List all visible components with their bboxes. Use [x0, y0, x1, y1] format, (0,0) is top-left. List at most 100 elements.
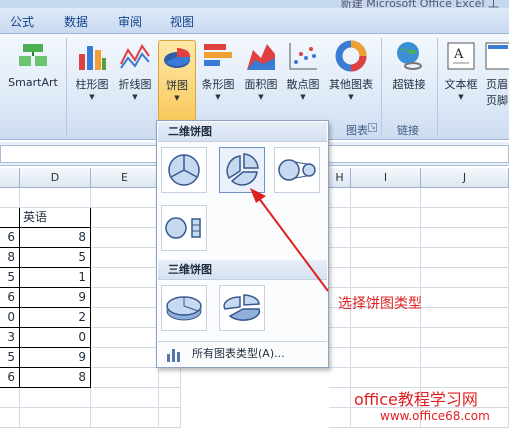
grid-cell[interactable]	[329, 188, 351, 208]
scatter-chart-button[interactable]: 散点图 ▼	[283, 40, 323, 101]
pie-2d-exploded[interactable]	[219, 147, 265, 193]
grid-cell[interactable]	[329, 328, 351, 348]
other-charts-button[interactable]: 其他图表 ▼	[325, 40, 377, 101]
grid-cell[interactable]: 9	[20, 288, 91, 308]
pie-3d-exploded[interactable]	[219, 285, 265, 331]
column-header-i[interactable]: I	[351, 168, 421, 188]
grid-cell[interactable]: 1	[20, 268, 91, 288]
grid-cell[interactable]	[0, 208, 20, 228]
bar-of-pie-icon	[165, 217, 201, 239]
grid-cell[interactable]	[329, 248, 351, 268]
column-header-d[interactable]: D	[20, 168, 91, 188]
grid-cell[interactable]: 2	[20, 308, 91, 328]
column-header-h[interactable]: H	[329, 168, 351, 188]
grid-cell[interactable]	[351, 188, 421, 208]
grid-cell[interactable]	[91, 248, 159, 268]
grid-cell[interactable]	[351, 348, 421, 368]
grid-cell[interactable]	[91, 228, 159, 248]
tab-view[interactable]: 视图	[170, 13, 194, 30]
grid-cell[interactable]: 5	[20, 248, 91, 268]
grid-cell[interactable]	[91, 388, 159, 408]
grid-cell[interactable]: 0	[20, 328, 91, 348]
grid-cell[interactable]: 8	[0, 248, 20, 268]
grid-cell[interactable]	[421, 208, 509, 228]
grid-cell[interactable]	[91, 208, 159, 228]
grid-cell[interactable]	[421, 368, 509, 388]
bar-of-pie[interactable]	[161, 205, 207, 251]
grid-cell[interactable]	[421, 248, 509, 268]
exploded-pie-3d-icon	[223, 294, 261, 321]
tab-data[interactable]: 数据	[64, 13, 88, 30]
grid-cell[interactable]	[0, 388, 20, 408]
grid-cell[interactable]	[159, 368, 181, 388]
grid-cell[interactable]	[329, 348, 351, 368]
column-header-e[interactable]: E	[91, 168, 159, 188]
grid-cell[interactable]: 8	[20, 228, 91, 248]
grid-cell[interactable]	[329, 408, 351, 428]
tab-formulas[interactable]: 公式	[10, 13, 34, 30]
grid-cell[interactable]	[159, 388, 181, 408]
grid-cell[interactable]	[91, 308, 159, 328]
area-chart-button[interactable]: 面积图 ▼	[241, 40, 281, 101]
grid-cell[interactable]	[329, 208, 351, 228]
pie-2d-basic[interactable]	[161, 147, 207, 193]
grid-cell[interactable]	[329, 388, 351, 408]
pie-3d-basic[interactable]	[161, 285, 207, 331]
grid-cell[interactable]	[91, 328, 159, 348]
grid-cell[interactable]: 9	[20, 348, 91, 368]
grid-cell[interactable]	[0, 188, 20, 208]
grid-cell[interactable]	[421, 228, 509, 248]
textbox-button[interactable]: A 文本框 ▼	[440, 40, 482, 101]
grid-cell[interactable]	[20, 188, 91, 208]
grid-cell[interactable]	[421, 328, 509, 348]
grid-cell[interactable]	[91, 368, 159, 388]
hyperlink-button[interactable]: 超链接	[386, 40, 432, 92]
grid-cell[interactable]: 6	[0, 228, 20, 248]
line-chart-icon	[119, 40, 151, 72]
line-chart-button[interactable]: 折线图 ▼	[114, 40, 156, 101]
grid-cell[interactable]: 0	[0, 308, 20, 328]
grid-cell[interactable]: 8	[20, 368, 91, 388]
all-chart-types-item[interactable]: 所有图表类型(A)...	[158, 341, 327, 366]
bar-chart-button[interactable]: 条形图 ▼	[198, 40, 238, 101]
grid-cell[interactable]	[351, 228, 421, 248]
grid-cell[interactable]: 6	[0, 368, 20, 388]
grid-cell[interactable]	[351, 248, 421, 268]
dialog-launcher-icon[interactable]: ↘	[368, 123, 377, 132]
grid-cell[interactable]	[421, 188, 509, 208]
grid-cell[interactable]	[421, 288, 509, 308]
grid-cell[interactable]	[0, 408, 20, 428]
grid-cell[interactable]	[91, 408, 159, 428]
tab-review[interactable]: 审阅	[118, 13, 142, 30]
grid-cell[interactable]	[421, 308, 509, 328]
grid-cell[interactable]: 英语	[20, 208, 91, 228]
grid-cell[interactable]	[351, 268, 421, 288]
grid-cell[interactable]	[329, 228, 351, 248]
grid-cell[interactable]	[91, 288, 159, 308]
grid-cell[interactable]	[351, 368, 421, 388]
grid-cell[interactable]	[421, 348, 509, 368]
grid-cell[interactable]	[91, 348, 159, 368]
grid-cell[interactable]	[329, 368, 351, 388]
grid-cell[interactable]: 3	[0, 328, 20, 348]
grid-cell[interactable]: 5	[0, 348, 20, 368]
grid-cell[interactable]: 6	[0, 288, 20, 308]
grid-cell[interactable]	[329, 268, 351, 288]
column-header-c[interactable]	[0, 168, 20, 188]
grid-cell[interactable]	[91, 268, 159, 288]
grid-cell[interactable]	[351, 328, 421, 348]
smartart-button[interactable]: SmartArt	[4, 40, 62, 89]
grid-cell[interactable]	[159, 408, 181, 428]
column-chart-button[interactable]: 柱形图 ▼	[72, 40, 112, 101]
header-footer-button[interactable]: 页眉 页脚	[482, 40, 509, 108]
grid-cell[interactable]	[91, 188, 159, 208]
column-header-j[interactable]: J	[421, 168, 509, 188]
grid-cell[interactable]	[351, 208, 421, 228]
grid-cell[interactable]	[421, 268, 509, 288]
pie-of-pie[interactable]	[274, 147, 320, 193]
grid-cell[interactable]	[20, 388, 91, 408]
grid-cell[interactable]: 5	[0, 268, 20, 288]
pie-chart-button[interactable]: 饼图 ▼	[158, 40, 196, 122]
grid-cell[interactable]	[20, 408, 91, 428]
pie-of-pie-icon	[278, 159, 316, 181]
